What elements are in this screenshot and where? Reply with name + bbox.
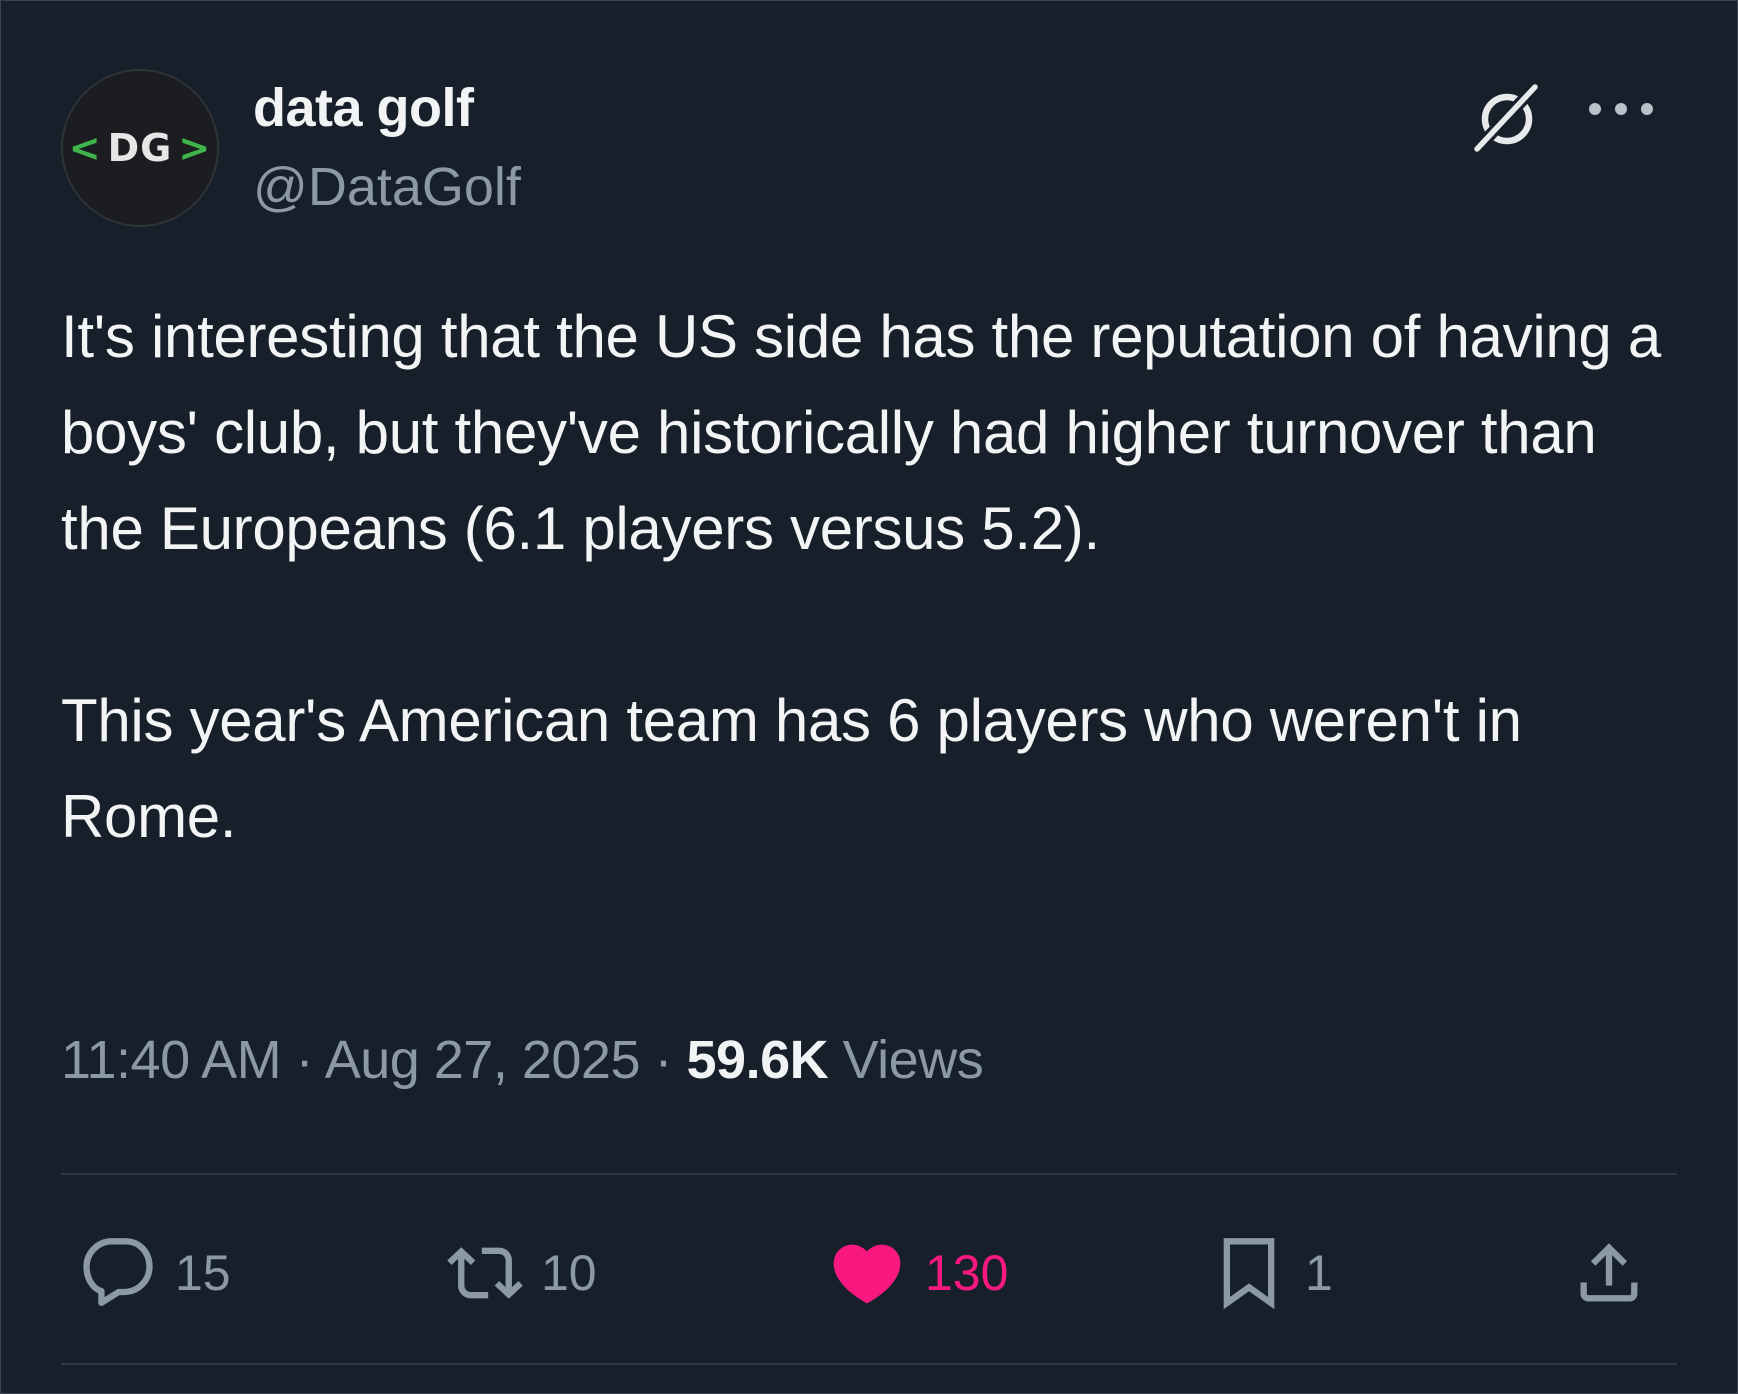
like-count: 130 <box>925 1245 1009 1301</box>
repost-button[interactable]: 10 <box>447 1233 597 1313</box>
tweet-header: < DG > data golf @DataGolf <box>61 69 1697 231</box>
views-count: 59.6K <box>686 1030 829 1090</box>
avatar-right-bracket: > <box>178 126 212 170</box>
like-button[interactable]: 130 <box>827 1233 1008 1313</box>
tweet-card: < DG > data golf @DataGolf It's interest… <box>0 0 1738 1394</box>
grok-icon[interactable] <box>1469 77 1549 157</box>
repost-count: 10 <box>541 1245 597 1301</box>
repost-icon <box>447 1247 523 1299</box>
tweet-time[interactable]: 11:40 AM <box>61 1030 282 1090</box>
bookmark-icon <box>1223 1238 1275 1310</box>
avatar-initials: DG <box>107 126 173 170</box>
heart-icon <box>833 1244 901 1304</box>
bookmark-count: 1 <box>1305 1245 1333 1301</box>
more-icon[interactable] <box>1589 99 1653 119</box>
meta-separator: · <box>295 1030 314 1090</box>
share-button[interactable] <box>1571 1233 1647 1313</box>
avatar-left-bracket: < <box>68 126 102 170</box>
author-names: data golf @DataGolf <box>253 73 521 225</box>
meta-separator: · <box>654 1030 673 1090</box>
views-label: Views <box>842 1030 984 1090</box>
divider <box>61 1173 1677 1175</box>
reply-button[interactable]: 15 <box>81 1233 231 1313</box>
share-icon <box>1580 1243 1638 1302</box>
author-handle[interactable]: @DataGolf <box>253 149 521 225</box>
avatar[interactable]: < DG > <box>61 69 219 227</box>
bookmark-button[interactable]: 1 <box>1211 1233 1333 1313</box>
tweet-date[interactable]: Aug 27, 2025 <box>325 1030 641 1090</box>
divider <box>61 1363 1677 1365</box>
author-display-name[interactable]: data golf <box>253 73 521 143</box>
reply-count: 15 <box>175 1245 231 1301</box>
reply-icon <box>83 1238 153 1306</box>
action-bar: 15 10 130 1 <box>61 1233 1677 1313</box>
tweet-text: It's interesting that the US side has th… <box>61 289 1681 865</box>
tweet-meta: 11:40 AM · Aug 27, 2025 · 59.6K Views <box>61 1029 984 1091</box>
tweet-paragraph-1: It's interesting that the US side has th… <box>61 303 1661 562</box>
tweet-paragraph-2: This year's American team has 6 players … <box>61 687 1522 850</box>
